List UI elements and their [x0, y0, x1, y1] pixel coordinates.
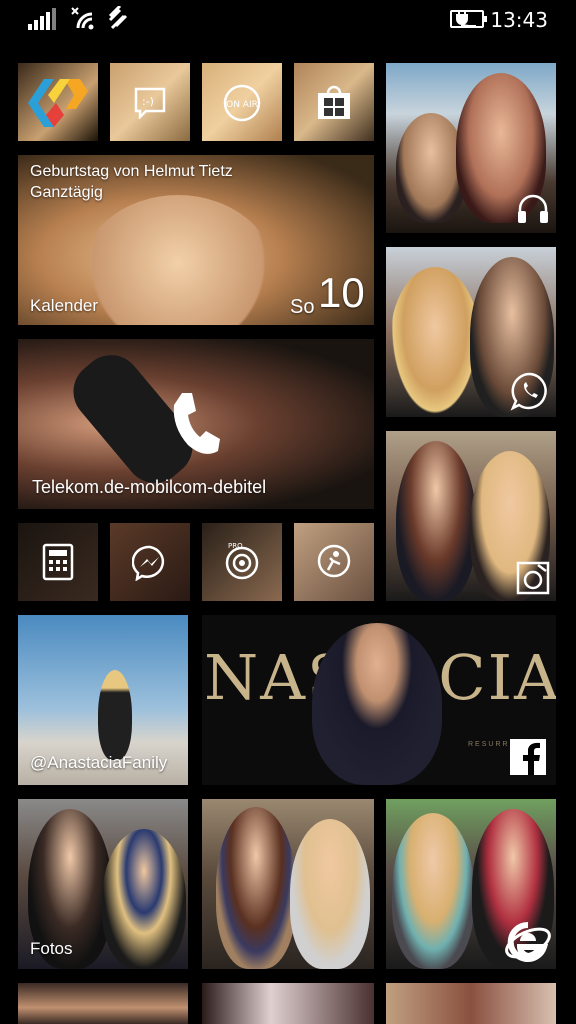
messenger-tile[interactable] — [110, 523, 190, 601]
photo-person — [102, 829, 186, 969]
phone-tile[interactable]: Telekom.de-mobilcom-debitel — [18, 339, 374, 509]
calendar-tile[interactable]: Geburtstag von Helmut Tietz Ganztägig Ka… — [18, 155, 374, 325]
svg-text:PRO: PRO — [228, 542, 243, 550]
facebook-icon — [510, 739, 546, 775]
whatsapp-icon — [510, 372, 547, 411]
whatsapp-tile[interactable] — [386, 247, 556, 417]
calendar-weekday: So — [290, 296, 315, 318]
status-bar: 13:43 — [0, 0, 576, 40]
calendar-event-time: Ganztägig — [30, 184, 103, 201]
photo-person — [390, 267, 480, 417]
photo-person — [98, 670, 132, 760]
svg-text::-): :-) — [142, 95, 154, 108]
calendar-day: 10 — [318, 269, 365, 316]
lens-tile[interactable] — [386, 431, 556, 601]
messaging-icon: :-) — [134, 87, 166, 119]
calendar-photo — [78, 195, 278, 325]
sports-icon — [317, 544, 351, 578]
wifi-icon — [71, 7, 94, 30]
phone-icon — [173, 393, 220, 454]
internet-explorer-icon — [505, 921, 551, 962]
on-air-icon: ON AIR — [223, 84, 261, 122]
internet-explorer-tile[interactable] — [386, 799, 556, 969]
calendar-event-title: Geburtstag von Helmut Tietz — [30, 163, 233, 180]
calculator-icon — [42, 543, 74, 581]
twitter-tile[interactable]: @AnastaciaFanily — [18, 615, 188, 785]
twitter-handle: @AnastaciaFanily — [30, 753, 168, 772]
clock: 13:43 — [490, 8, 548, 32]
messenger-icon — [132, 545, 165, 581]
headphones-icon — [518, 194, 548, 223]
photo-person — [396, 441, 476, 601]
phone-label: Telekom.de-mobilcom-debitel — [32, 477, 267, 497]
pro-camera-icon: PRO — [225, 542, 259, 580]
pro-camera-tile[interactable]: PRO — [202, 523, 282, 601]
data-transfer-icon — [108, 6, 128, 30]
people-photo-tile[interactable] — [202, 799, 374, 969]
svg-text:ON AIR: ON AIR — [226, 100, 258, 110]
store-tile[interactable] — [294, 63, 374, 141]
app-tile-ap[interactable] — [18, 63, 98, 141]
partial-tile-left[interactable] — [18, 983, 188, 1024]
battery-charging-icon — [450, 10, 487, 28]
photo-person — [312, 623, 442, 785]
messaging-tile[interactable]: :-) — [110, 63, 190, 141]
sports-tile[interactable] — [294, 523, 374, 601]
facebook-tile[interactable]: NASTACIA RESURRECTION — [202, 615, 556, 785]
photo-person — [216, 807, 296, 969]
photos-tile[interactable]: Fotos — [18, 799, 188, 969]
calculator-tile[interactable] — [18, 523, 98, 601]
calendar-label: Kalender — [30, 296, 99, 315]
photo-person — [290, 819, 370, 969]
partial-tile-right[interactable] — [386, 983, 556, 1024]
signal-bars-icon — [28, 8, 56, 30]
camera-lens-icon — [516, 561, 550, 595]
store-icon — [318, 85, 350, 119]
music-tile[interactable] — [386, 63, 556, 233]
ap-logo-icon — [28, 79, 88, 127]
on-air-tile[interactable]: ON AIR — [202, 63, 282, 141]
photos-label: Fotos — [30, 939, 73, 958]
photo-person — [392, 813, 474, 969]
partial-tile-middle[interactable] — [202, 983, 374, 1024]
